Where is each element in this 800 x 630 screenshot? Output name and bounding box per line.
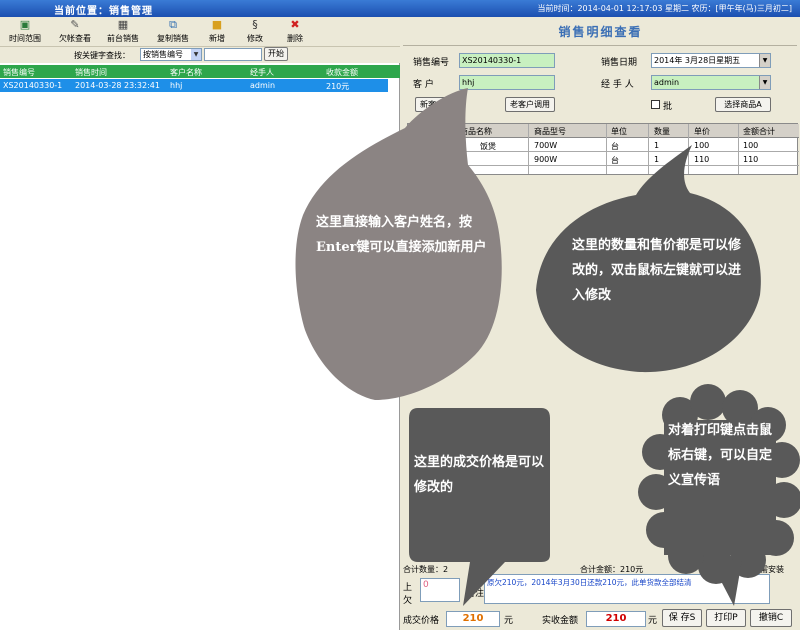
callout-price-text: 这里的成交价格是可以修改的	[414, 455, 545, 495]
callout-print-bubble	[638, 384, 800, 606]
callout-qty-text: 这里的数量和售价都是可以修改的，双击鼠标左键就可以进入修改	[572, 238, 742, 303]
callout-print-text: 对着打印键点击鼠标右键，可以自定义宣传语	[668, 423, 773, 488]
callout-customer-text: 这里直接输入客户姓名，按Enter键可以直接添加新用户	[316, 215, 487, 255]
